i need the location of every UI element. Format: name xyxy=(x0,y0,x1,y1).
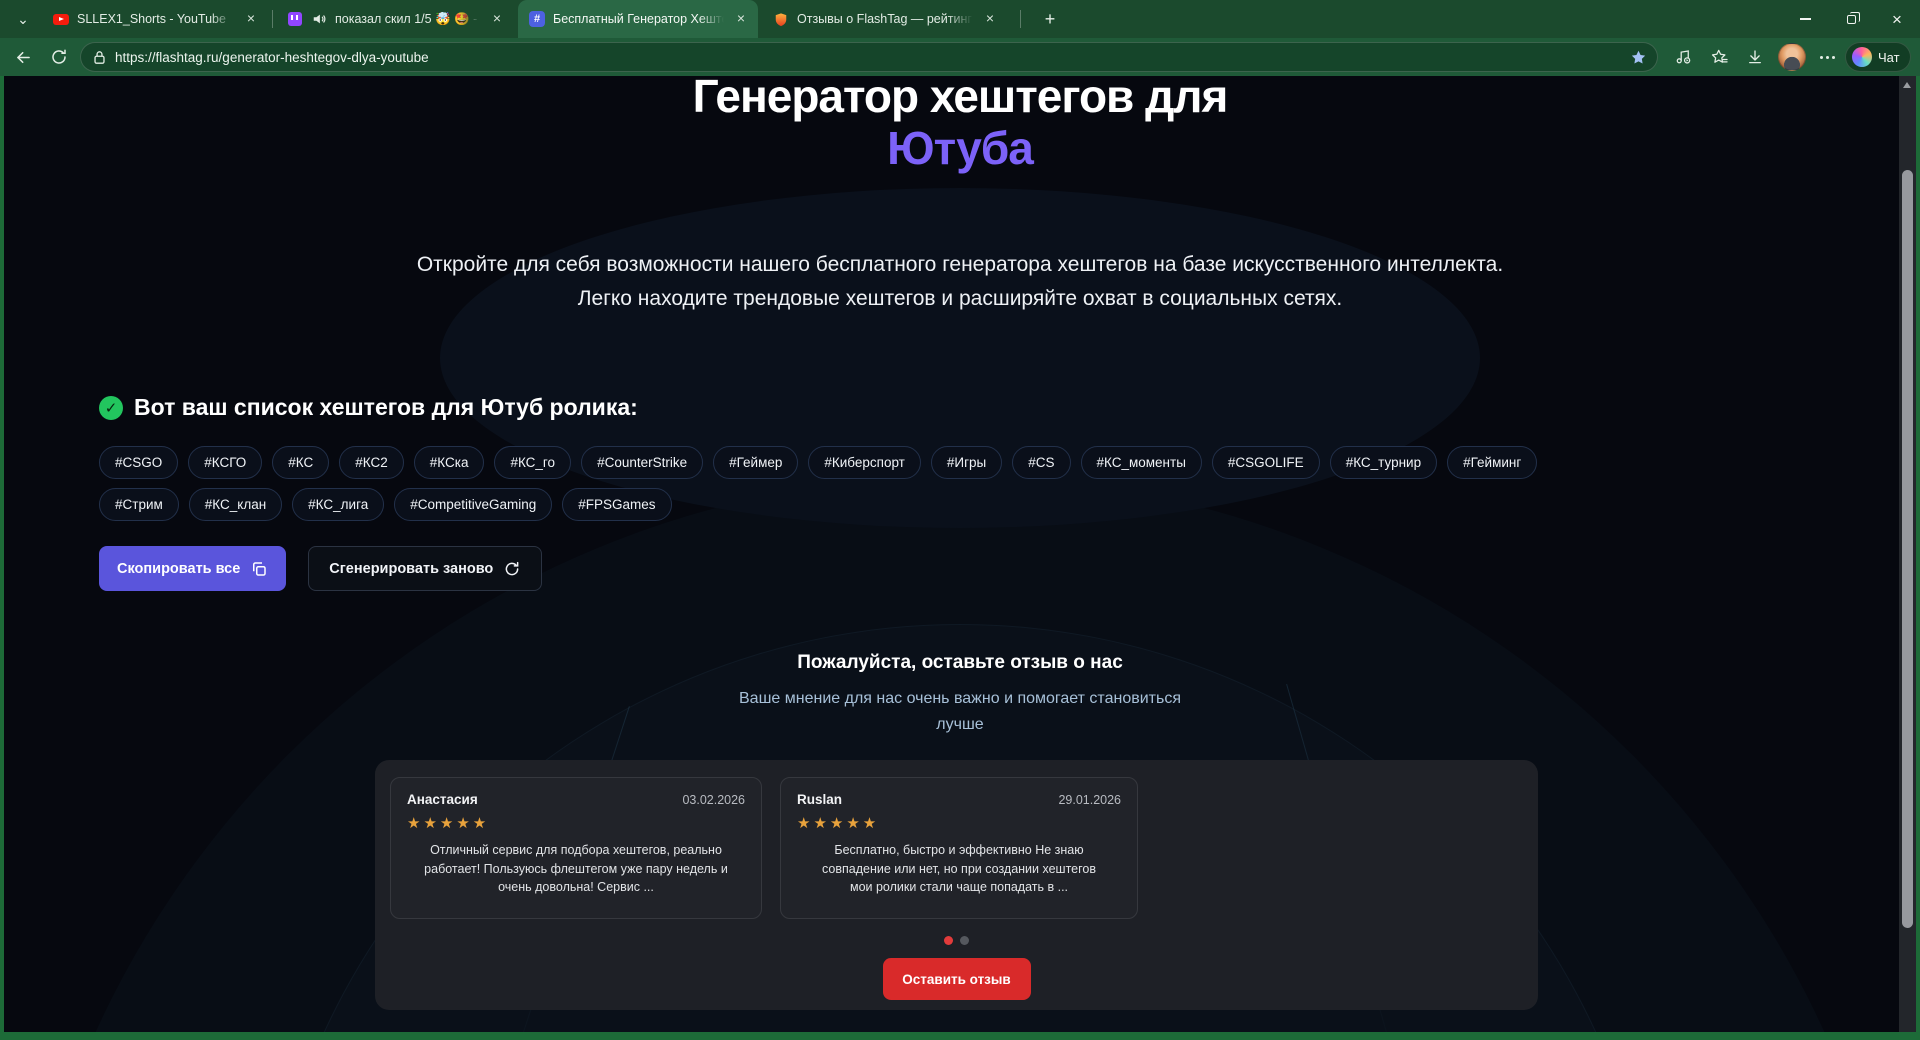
scrollbar-thumb[interactable] xyxy=(1902,170,1913,928)
window-frame-bottom xyxy=(0,1032,1920,1040)
close-window-button[interactable]: × xyxy=(1874,0,1920,38)
star-rating: ★★★★★ xyxy=(407,814,745,832)
audio-speaker-icon[interactable] xyxy=(311,11,327,27)
carousel-dots xyxy=(375,936,1538,945)
hashtag-favicon: # xyxy=(529,11,545,27)
scrollbar[interactable] xyxy=(1899,76,1916,1032)
hashtag-pill[interactable]: #Гейминг xyxy=(1447,446,1537,479)
back-button[interactable] xyxy=(8,42,38,72)
check-circle-icon: ✓ xyxy=(99,396,123,420)
hashtag-pill[interactable]: #КСГО xyxy=(188,446,262,479)
review-card: Анастасия 03.02.2026 ★★★★★ Отличный серв… xyxy=(390,777,762,919)
browser-window: ⌄ SLLEX1_Shorts - YouTube × показал скил… xyxy=(0,0,1920,1040)
page-viewport: Генератор хештегов для Ютуба Откройте дл… xyxy=(4,76,1916,1032)
window-controls: × xyxy=(1782,0,1920,38)
result-heading: Вот ваш список хештегов для Ютуб ролика: xyxy=(134,394,638,421)
copilot-chat-button[interactable]: Чат xyxy=(1845,42,1911,72)
result-heading-row: ✓ Вот ваш список хештегов для Ютуб ролик… xyxy=(99,394,638,421)
address-bar[interactable]: https://flashtag.ru/generator-heshtegov-… xyxy=(80,42,1658,72)
review-text: Бесплатно, быстро и эффективно Не знаю с… xyxy=(797,841,1121,897)
page-description: Откройте для себя возможности нашего бес… xyxy=(4,248,1916,316)
tab-title: показал скил 1/5 🤯 🤩 - Twi xyxy=(335,12,480,27)
carousel-dot[interactable] xyxy=(960,936,969,945)
url-text[interactable]: https://flashtag.ru/generator-heshtegov-… xyxy=(115,50,1630,65)
action-buttons: Скопировать все Сгенерировать заново xyxy=(99,546,542,591)
media-control-icon[interactable] xyxy=(1668,42,1698,72)
tab-youtube[interactable]: SLLEX1_Shorts - YouTube × xyxy=(42,0,268,38)
copy-all-button[interactable]: Скопировать все xyxy=(99,546,286,591)
copilot-icon xyxy=(1852,47,1872,67)
settings-menu-icon[interactable] xyxy=(1812,42,1842,72)
reviewer-name: Анастасия xyxy=(407,792,478,807)
hashtag-pill[interactable]: #Игры xyxy=(931,446,1002,479)
copy-icon xyxy=(250,560,268,578)
twitch-icon xyxy=(287,11,303,27)
star-rating: ★★★★★ xyxy=(797,814,1121,832)
shield-favicon xyxy=(773,11,789,27)
profile-avatar[interactable] xyxy=(1778,43,1806,71)
review-date: 03.02.2026 xyxy=(682,793,745,807)
tab-close-icon[interactable]: × xyxy=(242,10,260,28)
carousel-dot-active[interactable] xyxy=(944,936,953,945)
favorites-icon[interactable] xyxy=(1704,42,1734,72)
hashtag-pill[interactable]: #КС_го xyxy=(494,446,571,479)
hashtag-list: #CSGO #КСГО #КС #КС2 #КСка #КС_го #CounterStri… xyxy=(99,446,1574,521)
tab-title: Отзывы о FlashTag — рейтинг | S xyxy=(797,12,973,26)
restore-button[interactable] xyxy=(1828,0,1874,38)
leave-review-button[interactable]: Оставить отзыв xyxy=(883,958,1031,1000)
hashtag-pill[interactable]: #CompetitiveGaming xyxy=(394,488,552,521)
feedback-subtitle: Ваше мнение для нас очень важно и помога… xyxy=(720,686,1200,738)
hashtag-pill[interactable]: #КС xyxy=(272,446,329,479)
hashtag-pill[interactable]: #Киберспорт xyxy=(808,446,920,479)
review-card: Ruslan 29.01.2026 ★★★★★ Бесплатно, быстр… xyxy=(780,777,1138,919)
hashtag-pill[interactable]: #КСка xyxy=(414,446,485,479)
hashtag-pill[interactable]: #Стрим xyxy=(99,488,179,521)
regenerate-button[interactable]: Сгенерировать заново xyxy=(308,546,542,591)
tab-divider xyxy=(272,10,273,28)
tab-divider xyxy=(1020,10,1021,28)
page-title-accent: Ютуба xyxy=(887,122,1033,174)
downloads-icon[interactable] xyxy=(1740,42,1770,72)
reviewer-name: Ruslan xyxy=(797,792,842,807)
tab-flashtag-generator[interactable]: # Бесплатный Генератор Хештегов × xyxy=(518,0,758,38)
lock-icon[interactable] xyxy=(93,50,106,65)
hashtag-pill[interactable]: #КС_клан xyxy=(189,488,282,521)
refresh-button[interactable] xyxy=(44,42,74,72)
copilot-label: Чат xyxy=(1878,50,1900,65)
hashtag-pill[interactable]: #CSGOLIFE xyxy=(1212,446,1320,479)
new-tab-button[interactable]: + xyxy=(1036,6,1064,32)
review-text: Отличный сервис для подбора хештегов, ре… xyxy=(407,841,745,897)
review-date: 29.01.2026 xyxy=(1058,793,1121,807)
tab-title: Бесплатный Генератор Хештегов xyxy=(553,12,724,26)
refresh-icon xyxy=(503,560,521,578)
tab-flashtag-reviews[interactable]: Отзывы о FlashTag — рейтинг | S × xyxy=(762,0,1014,38)
tab-strip: ⌄ SLLEX1_Shorts - YouTube × показал скил… xyxy=(0,0,1920,38)
tab-close-icon[interactable]: × xyxy=(732,10,750,28)
browser-toolbar: https://flashtag.ru/generator-heshtegov-… xyxy=(0,38,1920,76)
tab-search-chevron-icon[interactable]: ⌄ xyxy=(8,5,38,33)
hashtag-pill[interactable]: #КС_лига xyxy=(292,488,384,521)
tab-title: SLLEX1_Shorts - YouTube xyxy=(77,12,234,26)
minimize-button[interactable] xyxy=(1782,0,1828,38)
tab-close-icon[interactable]: × xyxy=(488,10,506,28)
scroll-up-arrow-icon[interactable] xyxy=(1903,82,1911,88)
hashtag-pill[interactable]: #КС2 xyxy=(339,446,403,479)
hashtag-pill[interactable]: #CSGO xyxy=(99,446,178,479)
tab-close-icon[interactable]: × xyxy=(981,10,999,28)
hashtag-pill[interactable]: #КС_турнир xyxy=(1330,446,1437,479)
hashtag-pill[interactable]: #CounterStrike xyxy=(581,446,703,479)
youtube-icon xyxy=(53,11,69,27)
page-title: Генератор хештегов для Ютуба xyxy=(4,76,1916,174)
hashtag-pill[interactable]: #Геймер xyxy=(713,446,798,479)
feedback-panel: Анастасия 03.02.2026 ★★★★★ Отличный серв… xyxy=(375,760,1538,1010)
tab-twitch[interactable]: показал скил 1/5 🤯 🤩 - Twi × xyxy=(276,0,514,38)
hashtag-pill[interactable]: #КС_моменты xyxy=(1081,446,1202,479)
feedback-title: Пожалуйста, оставьте отзыв о нас xyxy=(4,652,1916,674)
hashtag-pill[interactable]: #FPSGames xyxy=(562,488,671,521)
bookmark-star-icon[interactable] xyxy=(1630,49,1647,66)
hashtag-pill[interactable]: #CS xyxy=(1012,446,1070,479)
